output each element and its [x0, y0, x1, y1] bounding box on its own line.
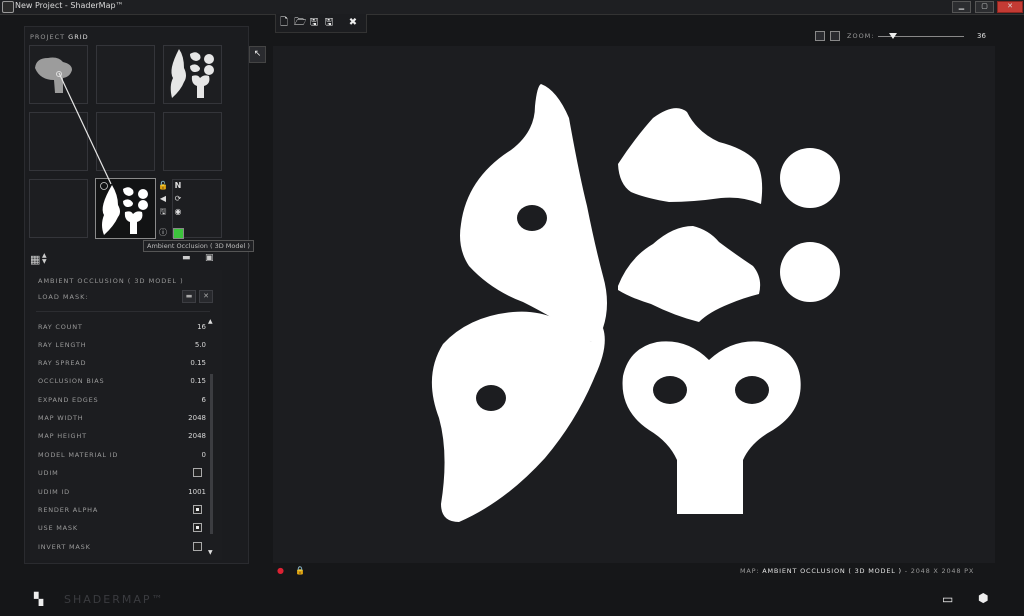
prop-row-use-mask: USE MASK: [38, 522, 206, 534]
brand-logo: SHADERMAP™: [64, 593, 165, 606]
zoom-label: ZOOM:: [847, 32, 875, 40]
3d-view-icon[interactable]: ⬢: [978, 591, 988, 605]
model-material-id-field[interactable]: 0: [166, 451, 206, 459]
properties-separator: [36, 311, 210, 312]
lock-icon[interactable]: 🔓: [157, 180, 169, 191]
fit-view-icon[interactable]: [815, 31, 825, 41]
prop-row-invert-mask: INVERT MASK: [38, 541, 206, 553]
save-as-icon[interactable]: 🖫: [324, 17, 334, 28]
node-side-buttons: 🔓 ◀ 🖫 ⓘ: [157, 178, 169, 239]
prop-row-ray-count: RAY COUNT 16: [38, 323, 206, 331]
properties-title: AMBIENT OCCLUSION ( 3D MODEL ): [38, 277, 184, 285]
expand-edges-field[interactable]: 6: [166, 396, 206, 404]
prop-row-occlusion-bias: OCCLUSION BIAS 0.15: [38, 377, 206, 385]
invert-mask-checkbox[interactable]: [193, 542, 202, 551]
ray-length-field[interactable]: 5.0: [166, 341, 206, 349]
color-mode-icon[interactable]: ●: [277, 566, 284, 575]
prop-row-model-material-id: MODEL MATERIAL ID 0: [38, 451, 206, 459]
properties-scrollbar[interactable]: [210, 318, 214, 558]
minimize-button[interactable]: ▁: [952, 1, 971, 13]
ray-count-field[interactable]: 16: [166, 323, 206, 331]
folder-icon[interactable]: ▬: [182, 253, 191, 263]
map-height-field[interactable]: 2048: [166, 432, 206, 440]
occlusion-bias-field[interactable]: 0.15: [166, 377, 206, 385]
map-viewport[interactable]: [273, 46, 995, 563]
app-menu-icon[interactable]: ▚: [34, 592, 43, 606]
save-node-icon[interactable]: 🖫: [157, 206, 169, 217]
scrollbar-thumb[interactable]: [210, 374, 213, 534]
render-alpha-checkbox[interactable]: [193, 505, 202, 514]
save-icon[interactable]: 🖫: [309, 17, 319, 28]
sort-arrows-icon[interactable]: ▲ ▼: [42, 253, 47, 265]
layout-toggle-icon[interactable]: ▭: [942, 592, 953, 606]
prop-row-udim-id: UDIM ID 1001: [38, 488, 206, 496]
ambient-occlusion-map-image: [431, 84, 840, 522]
prop-row-ray-length: RAY LENGTH 5.0: [38, 341, 206, 349]
eye-icon[interactable]: ◉: [172, 206, 184, 217]
refresh-icon[interactable]: ⟳: [172, 193, 184, 204]
info-icon[interactable]: ⓘ: [157, 227, 169, 238]
map-width-field[interactable]: 2048: [166, 414, 206, 422]
udim-id-field[interactable]: 1001: [166, 488, 206, 496]
select-tool-icon[interactable]: ↖: [249, 46, 266, 63]
udim-checkbox[interactable]: [193, 468, 202, 477]
load-mask-folder-button[interactable]: ▬: [182, 290, 196, 303]
grid-view-icon[interactable]: ▦: [30, 253, 40, 266]
node-tooltip: Ambient Occlusion ( 3D Model ): [143, 240, 254, 252]
close-button[interactable]: ✕: [997, 1, 1023, 13]
prop-row-udim: UDIM: [38, 467, 206, 479]
maximize-button[interactable]: ▢: [975, 1, 994, 13]
map-status: MAP: AMBIENT OCCLUSION ( 3D MODEL ) - 20…: [740, 567, 975, 575]
zoom-value: 36: [977, 32, 986, 40]
prop-row-expand-edges: EXPAND EDGES 6: [38, 396, 206, 404]
load-mask-label: LOAD MASK:: [38, 293, 89, 301]
tools-icon[interactable]: ✖: [348, 17, 358, 28]
open-folder-icon[interactable]: 🗁: [294, 17, 306, 28]
actual-size-icon[interactable]: [830, 31, 840, 41]
scroll-down-icon[interactable]: ▼: [208, 549, 213, 556]
zoom-slider-thumb[interactable]: [889, 33, 897, 39]
node-enabled-indicator[interactable]: [173, 228, 184, 239]
clear-mask-button[interactable]: ✕: [199, 290, 213, 303]
normal-icon[interactable]: N: [172, 180, 184, 191]
prop-row-ray-spread: RAY SPREAD 0.15: [38, 359, 206, 367]
viewport-lock-icon[interactable]: 🔒: [295, 566, 305, 575]
main-toolbar: 🗋 🗁 🖫 🖫 ✖: [275, 14, 367, 33]
prop-row-render-alpha: RENDER ALPHA: [38, 504, 206, 516]
prop-row-map-width: MAP WIDTH 2048: [38, 414, 206, 422]
disk-save-icon[interactable]: ▣: [205, 253, 214, 263]
prop-row-map-height: MAP HEIGHT 2048: [38, 432, 206, 440]
new-document-icon[interactable]: 🗋: [279, 17, 289, 28]
use-mask-checkbox[interactable]: [193, 523, 202, 532]
back-arrow-icon[interactable]: ◀: [157, 193, 169, 204]
ray-spread-field[interactable]: 0.15: [166, 359, 206, 367]
node-connection-line: [58, 72, 112, 185]
